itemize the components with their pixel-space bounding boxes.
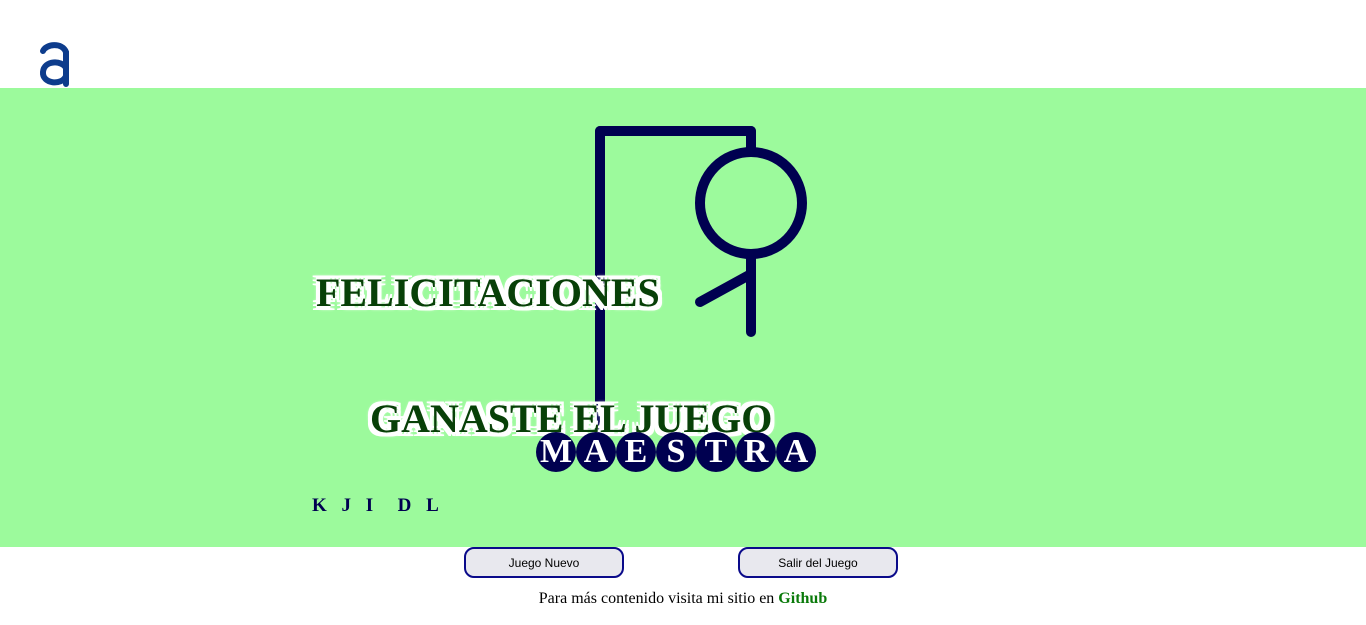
win-message-line1: FELICITACIONES bbox=[316, 270, 660, 315]
word-letter: R bbox=[736, 432, 776, 472]
word-letter: E bbox=[616, 432, 656, 472]
alura-logo-icon[interactable] bbox=[36, 40, 72, 88]
word-letter: S bbox=[656, 432, 696, 472]
footer-text: Para más contenido visita mi sitio en bbox=[538, 590, 779, 607]
new-game-button[interactable]: Juego Nuevo bbox=[464, 547, 624, 578]
word-letter: M bbox=[536, 432, 576, 472]
word-letter: A bbox=[776, 432, 816, 472]
header bbox=[0, 0, 1366, 88]
word-letter: A bbox=[576, 432, 616, 472]
github-link[interactable]: Github bbox=[778, 590, 827, 607]
win-message: FELICITACIONES GANASTE EL JUEGO bbox=[312, 188, 772, 524]
wrong-letters: K J I D L bbox=[312, 495, 444, 516]
exit-game-button[interactable]: Salir del Juego bbox=[738, 547, 898, 578]
game-board: FELICITACIONES GANASTE EL JUEGO M A E S … bbox=[0, 88, 1366, 547]
footer: Para más contenido visita mi sitio en Gi… bbox=[0, 590, 1366, 608]
secret-word: M A E S T R A bbox=[536, 432, 816, 472]
word-letter: T bbox=[696, 432, 736, 472]
